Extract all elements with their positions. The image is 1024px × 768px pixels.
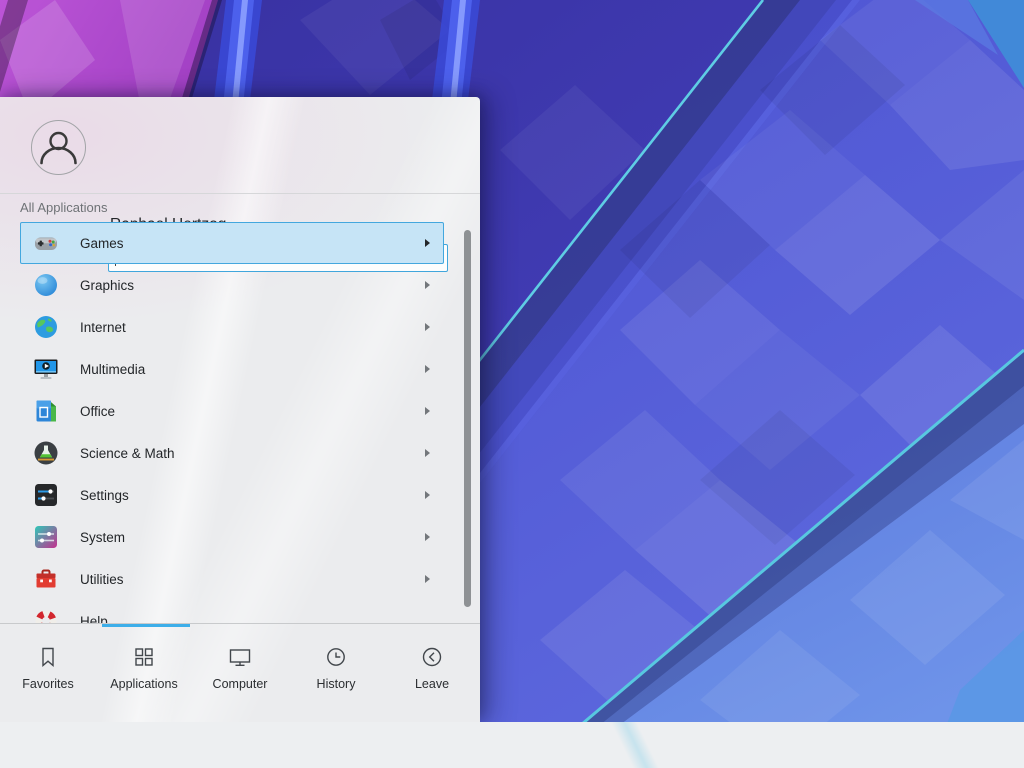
menu-item-label: Science & Math [80, 446, 175, 461]
menu-item-label: Games [80, 236, 124, 251]
computer-icon [227, 644, 253, 670]
flask-icon [33, 440, 59, 466]
list-scrollbar[interactable] [464, 230, 471, 607]
bookmark-icon [35, 644, 61, 670]
menu-item-games[interactable]: Games [20, 222, 444, 264]
menu-item-label: Internet [80, 320, 126, 335]
application-launcher-menu: Raphael Hertzog All Applications [0, 97, 480, 722]
blue-sphere-icon [33, 272, 59, 298]
menu-item-system[interactable]: System [20, 516, 444, 558]
leave-circle-icon [419, 644, 445, 670]
menu-item-help[interactable]: Help [20, 600, 444, 623]
gamepad-icon [33, 230, 59, 256]
menu-item-office[interactable]: Office [20, 390, 444, 432]
desktop: Raphael Hertzog All Applications [0, 0, 1024, 768]
submenu-arrow-icon [425, 407, 430, 415]
globe-icon [33, 314, 59, 340]
tab-applications[interactable]: Applications [96, 630, 192, 722]
lifebuoy-icon [33, 608, 59, 623]
section-label: All Applications [20, 200, 107, 215]
tab-label: Favorites [22, 677, 73, 691]
menu-item-science-math[interactable]: Science & Math [20, 432, 444, 474]
tabbar-divider [0, 623, 480, 624]
submenu-arrow-icon [425, 323, 430, 331]
menu-item-settings[interactable]: Settings [20, 474, 444, 516]
sliders-dark-icon [33, 482, 59, 508]
submenu-arrow-icon [425, 575, 430, 583]
menu-item-graphics[interactable]: Graphics [20, 264, 444, 306]
menu-item-label: Help [80, 614, 108, 624]
submenu-arrow-icon [425, 449, 430, 457]
menu-item-label: Utilities [80, 572, 124, 587]
header-divider [0, 193, 480, 194]
menu-item-label: Multimedia [80, 362, 145, 377]
menu-item-label: System [80, 530, 125, 545]
menu-item-label: Settings [80, 488, 129, 503]
submenu-arrow-icon [425, 491, 430, 499]
document-icon [33, 398, 59, 424]
active-tab-indicator [102, 624, 190, 627]
tab-history[interactable]: History [288, 630, 384, 722]
menu-item-label: Office [80, 404, 115, 419]
taskbar-panel: ES 7:03 PM 4/24/21 [0, 722, 1024, 768]
tab-label: History [317, 677, 356, 691]
tab-leave[interactable]: Leave [384, 630, 480, 722]
tab-label: Applications [110, 677, 177, 691]
toolbox-icon [33, 566, 59, 592]
application-category-list: Games Graphics [0, 218, 480, 623]
submenu-arrow-icon [425, 281, 430, 289]
user-icon [32, 121, 85, 174]
menu-item-multimedia[interactable]: Multimedia [20, 348, 444, 390]
submenu-arrow-icon [425, 533, 430, 541]
menu-item-label: Graphics [80, 278, 134, 293]
menu-item-utilities[interactable]: Utilities [20, 558, 444, 600]
submenu-arrow-icon [425, 365, 430, 373]
user-avatar[interactable] [31, 120, 86, 175]
submenu-arrow-icon [425, 239, 430, 247]
sliders-gradient-icon [33, 524, 59, 550]
tab-label: Computer [213, 677, 268, 691]
clock-icon [323, 644, 349, 670]
app-grid-icon [131, 644, 157, 670]
tab-label: Leave [415, 677, 449, 691]
monitor-play-icon [33, 356, 59, 382]
menu-item-internet[interactable]: Internet [20, 306, 444, 348]
kickoff-tabbar: Favorites Applications Computer [0, 630, 480, 722]
tab-favorites[interactable]: Favorites [0, 630, 96, 722]
tab-computer[interactable]: Computer [192, 630, 288, 722]
